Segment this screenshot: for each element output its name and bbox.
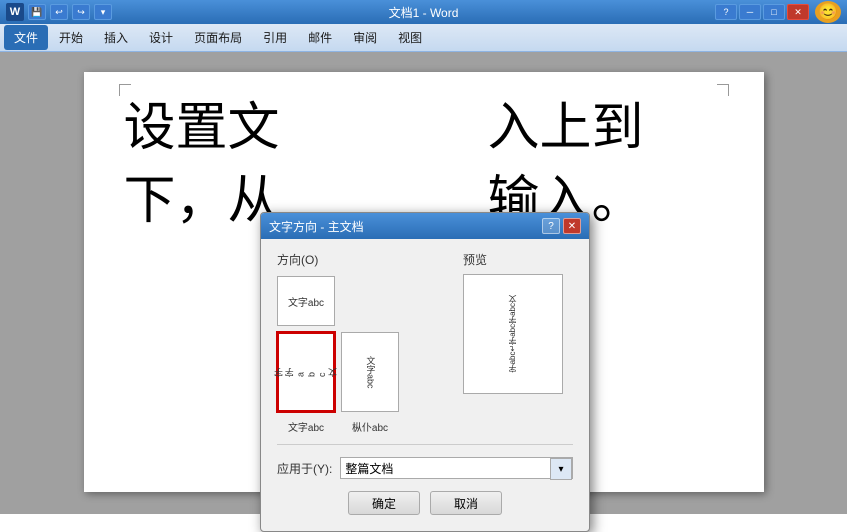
cancel-button[interactable]: 取消 bbox=[430, 491, 502, 515]
tab-file[interactable]: 文件 bbox=[4, 25, 48, 50]
document-area: 设置文 入上到 下，从 输入。 文字方向 - 主文档 ? ✕ 方向(O) bbox=[0, 52, 847, 514]
button-row: 确定 取消 bbox=[277, 491, 573, 519]
tab-view[interactable]: 视图 bbox=[388, 25, 432, 50]
preview-text: 字abc↵字abc字abc文 bbox=[507, 295, 518, 372]
dialog-close-btn[interactable]: ✕ bbox=[563, 218, 581, 234]
ribbon: 文件 开始 插入 设计 页面布局 引用 邮件 审阅 视图 bbox=[0, 24, 847, 52]
preview-label: 预览 bbox=[463, 251, 573, 268]
restore-btn[interactable]: □ bbox=[763, 4, 785, 20]
preview-box: 字abc↵字abc字abc文 bbox=[463, 274, 563, 394]
option-vertical-lr[interactable]: 文字abc bbox=[341, 332, 399, 412]
margin-mark-tl bbox=[119, 84, 131, 96]
direction-row-3: 文字abc 枞仆abc bbox=[277, 418, 453, 436]
dialog-divider bbox=[277, 444, 573, 445]
margin-mark-tr bbox=[717, 84, 729, 96]
direction-section: 方向(O) 文字abc bbox=[277, 251, 453, 436]
quick-save-btn[interactable]: 💾 bbox=[28, 4, 46, 20]
dropdown-btn[interactable]: ▾ bbox=[94, 4, 112, 20]
dialog-question-btn[interactable]: ? bbox=[542, 218, 560, 234]
tab-layout[interactable]: 页面布局 bbox=[184, 25, 252, 50]
apply-dropdown-btn[interactable]: ▾ bbox=[550, 458, 572, 480]
user-avatar: 😊 bbox=[815, 1, 841, 23]
close-btn[interactable]: ✕ bbox=[787, 4, 809, 20]
redo-btn[interactable]: ↪ bbox=[72, 4, 90, 20]
label-horizontal-text: 文字abc bbox=[288, 423, 324, 434]
tab-references[interactable]: 引用 bbox=[253, 25, 297, 50]
apply-select-container: 整篇文档 ▾ bbox=[340, 457, 573, 479]
tab-mail[interactable]: 邮件 bbox=[298, 25, 342, 50]
preview-section: 预览 字abc↵字abc字abc文 bbox=[463, 251, 573, 436]
option-horizontal-text: 文字abc bbox=[288, 294, 324, 309]
option-v-rl-text: 字字abc文 bbox=[274, 368, 339, 377]
undo-btn[interactable]: ↩ bbox=[50, 4, 68, 20]
question-btn[interactable]: ? bbox=[715, 4, 737, 20]
word-icon: W bbox=[6, 3, 24, 21]
tab-start[interactable]: 开始 bbox=[49, 25, 93, 50]
dialog-body: 方向(O) 文字abc bbox=[261, 239, 589, 531]
dialog-title: 文字方向 - 主文档 bbox=[269, 218, 364, 235]
option-v-rl-wrapper: 字字abc文 bbox=[277, 332, 335, 412]
label-bottom-text: 枞仆abc bbox=[352, 423, 388, 434]
option-horizontal[interactable]: 文字abc bbox=[277, 276, 335, 326]
window-title: 文档1 - Word bbox=[389, 4, 459, 21]
dialog-titlebar: 文字方向 - 主文档 ? ✕ bbox=[261, 213, 589, 239]
direction-row-2: 字字abc文 文字abc bbox=[277, 332, 453, 412]
dialog-titlebar-right: ? ✕ bbox=[542, 218, 581, 234]
confirm-button[interactable]: 确定 bbox=[348, 491, 420, 515]
label-horizontal: 文字abc bbox=[277, 418, 335, 436]
option-v-lr-wrapper: 文字abc bbox=[341, 332, 399, 412]
direction-row-1: 文字abc bbox=[277, 276, 453, 326]
tab-insert[interactable]: 插入 bbox=[94, 25, 138, 50]
direction-label: 方向(O) bbox=[277, 251, 453, 268]
apply-value: 整篇文档 bbox=[341, 458, 550, 478]
option-horizontal-wrapper: 文字abc bbox=[277, 276, 335, 326]
text-direction-dialog: 文字方向 - 主文档 ? ✕ 方向(O) 文字abc bbox=[260, 212, 590, 532]
minimize-btn[interactable]: ─ bbox=[739, 4, 761, 20]
tab-review[interactable]: 审阅 bbox=[343, 25, 387, 50]
title-bar-right: ? ─ □ ✕ 😊 bbox=[715, 1, 841, 23]
option-v-lr-text: 文字abc bbox=[365, 356, 376, 389]
label-bottom: 枞仆abc bbox=[341, 418, 399, 436]
option-vertical-rl[interactable]: 字字abc文 bbox=[277, 332, 335, 412]
dialog-main-content: 方向(O) 文字abc bbox=[277, 251, 573, 436]
title-bar: W 💾 ↩ ↪ ▾ 文档1 - Word ? ─ □ ✕ 😊 bbox=[0, 0, 847, 24]
title-bar-left: W 💾 ↩ ↪ ▾ bbox=[6, 3, 112, 21]
tab-design[interactable]: 设计 bbox=[139, 25, 183, 50]
apply-row: 应用于(Y): 整篇文档 ▾ bbox=[277, 457, 573, 479]
apply-label: 应用于(Y): bbox=[277, 460, 332, 477]
